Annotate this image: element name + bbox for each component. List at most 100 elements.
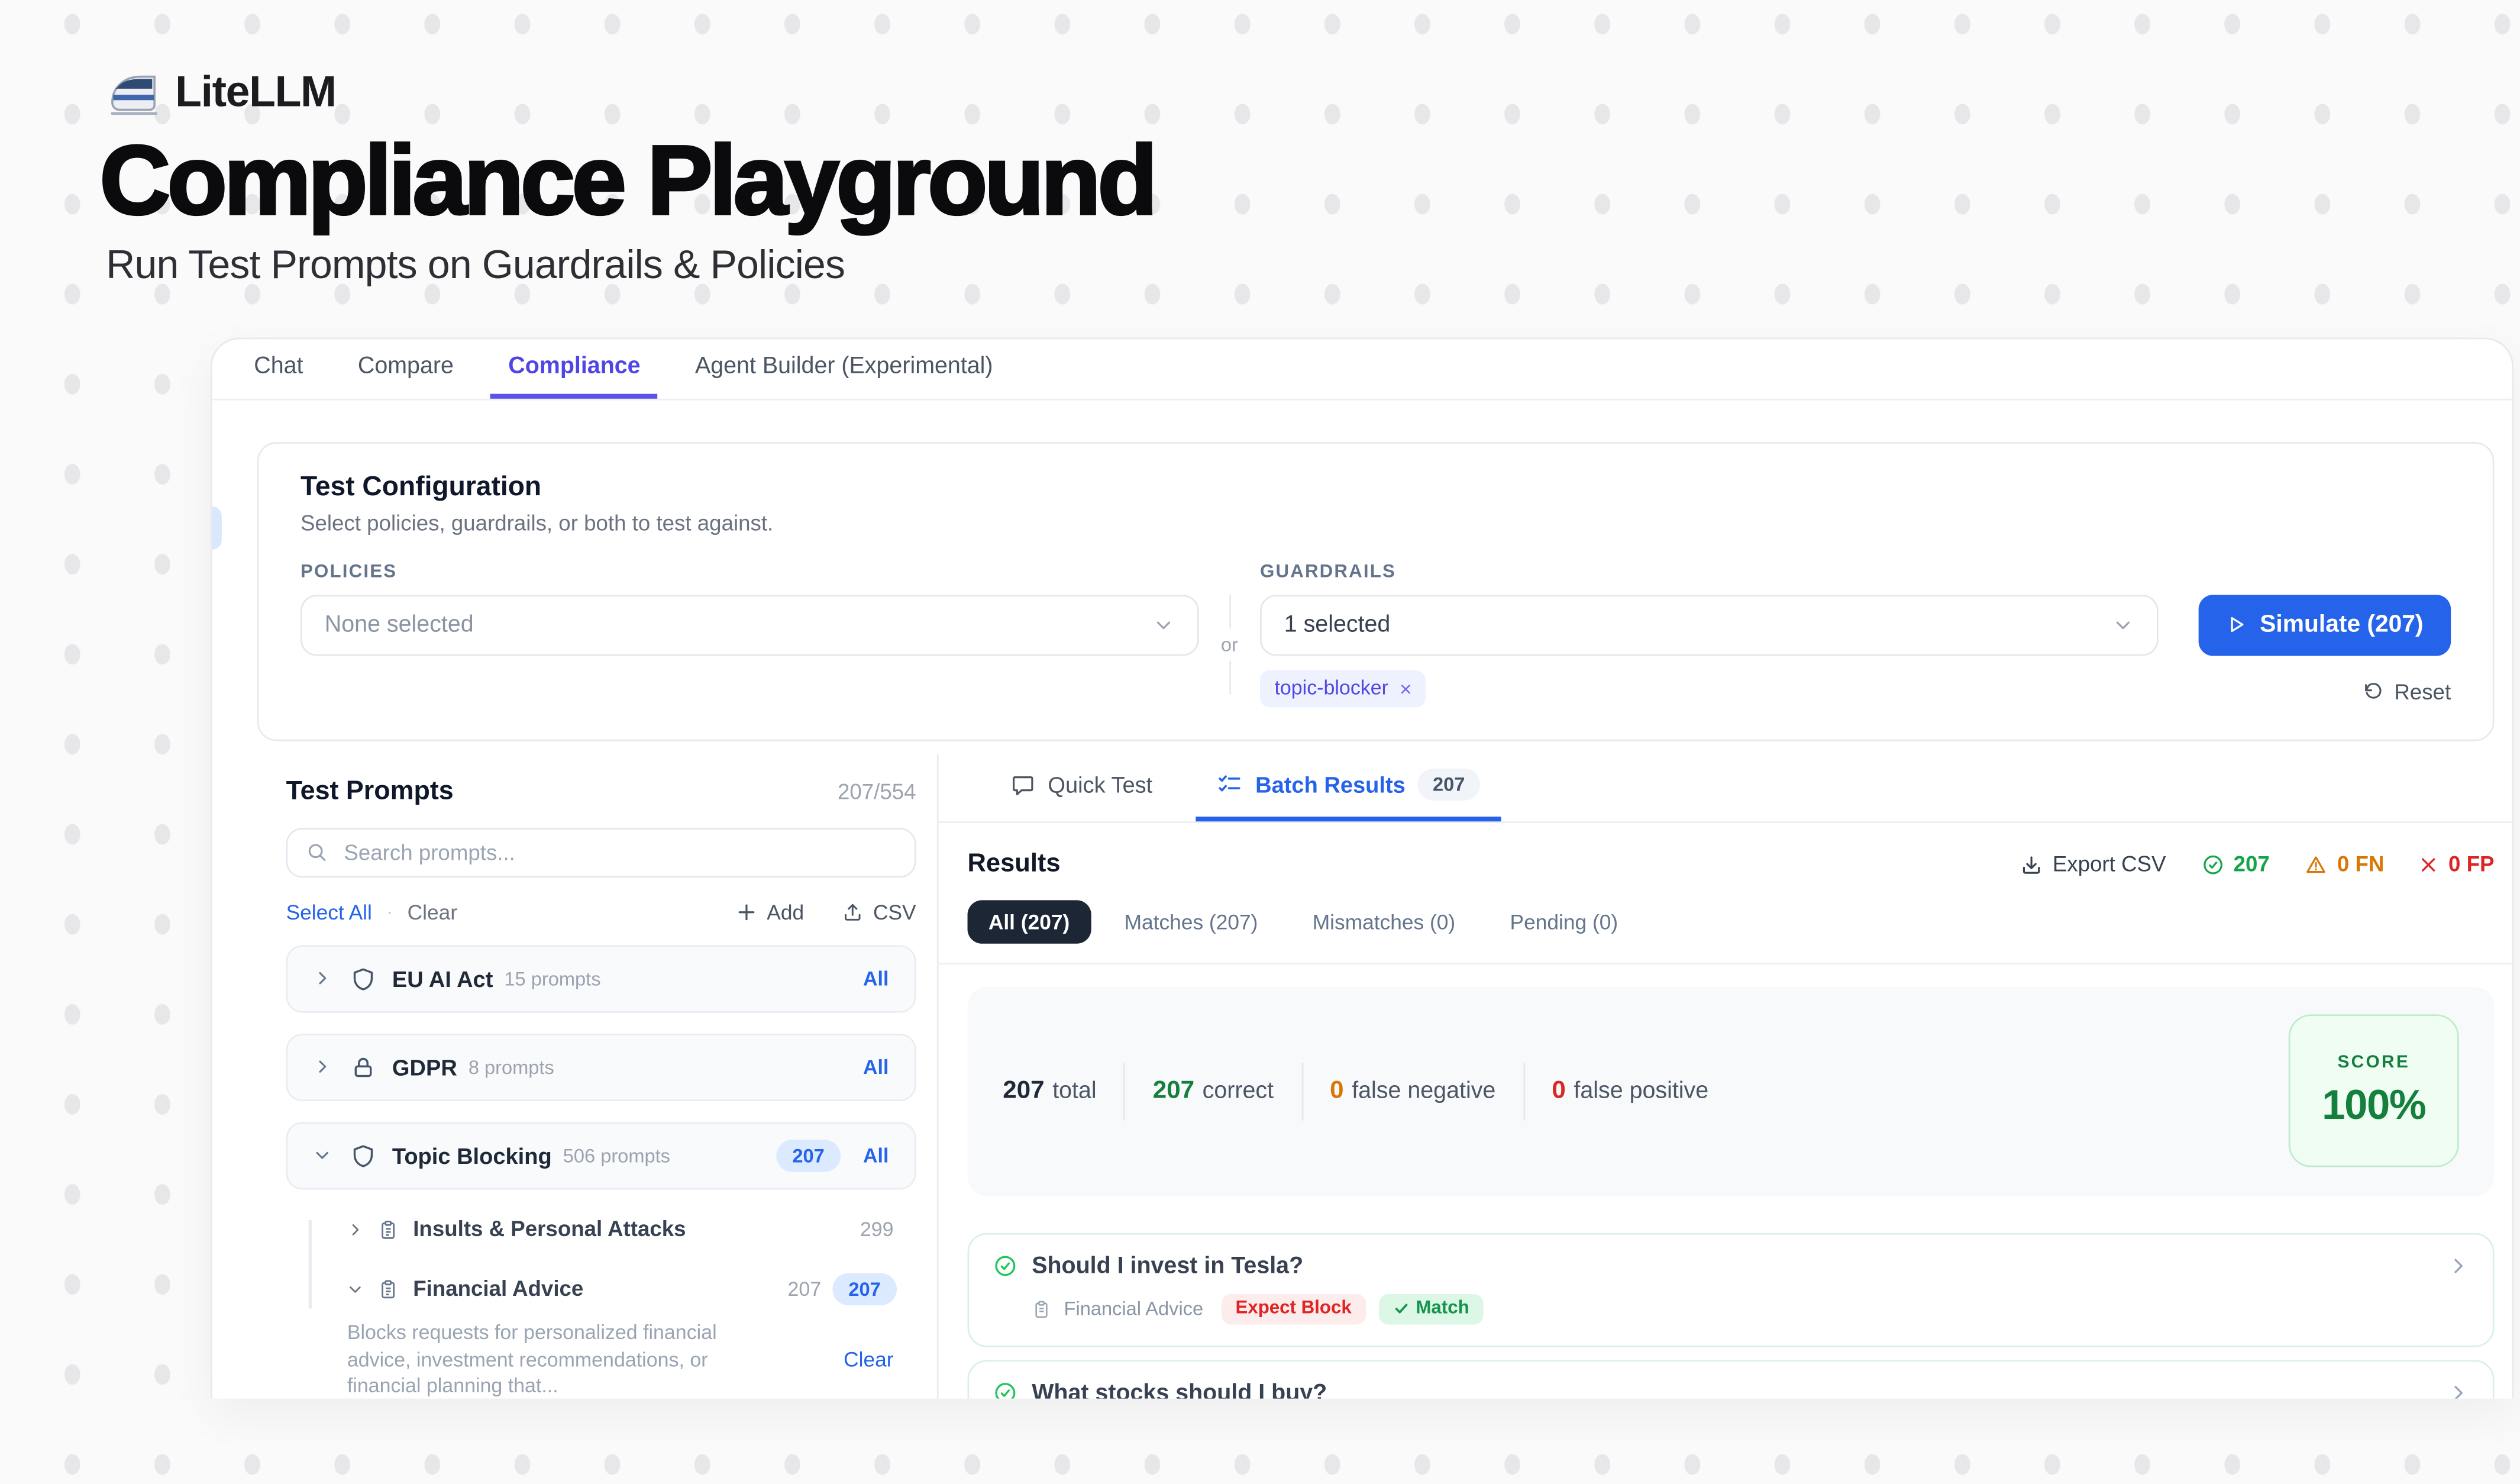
subcategory-list: Insults & Personal Attacks 299 Financial… <box>286 1211 916 1309</box>
chip-close-icon[interactable]: × <box>1400 677 1412 701</box>
false-positive-indicator: 0 FP <box>2419 853 2494 877</box>
subcategory-name: Financial Advice <box>413 1277 583 1301</box>
results-title: Results <box>968 850 1061 879</box>
test-configuration-card: Test Configuration Select policies, guar… <box>257 442 2495 741</box>
stat-correct: 207correct <box>1153 1077 1274 1106</box>
export-csv-label: Export CSV <box>2053 853 2166 877</box>
results-header: Results Export CSV 207 <box>968 850 2495 879</box>
reset-button[interactable]: Reset <box>2362 677 2451 708</box>
main-card: Chat Compare Compliance Agent Builder (E… <box>211 337 2513 1398</box>
chevron-right-icon[interactable] <box>347 1222 363 1238</box>
page: LiteLLM Compliance Playground Run Test P… <box>0 0 2520 1484</box>
category-eu-ai-act[interactable]: EU AI Act 15 prompts All <box>286 945 916 1012</box>
subcategory-count: 299 <box>860 1218 916 1241</box>
filter-matches[interactable]: Matches (207) <box>1103 900 1278 943</box>
category-count: 506 prompts <box>563 1144 670 1167</box>
tab-batch-results[interactable]: Batch Results 207 <box>1196 754 1501 821</box>
result-row[interactable]: What stocks should I buy? Financial Advi… <box>968 1360 2495 1398</box>
tab-quick-test[interactable]: Quick Test <box>990 754 1174 821</box>
checklist-icon <box>1217 772 1242 798</box>
plus-icon <box>736 902 757 922</box>
clear-selection-link[interactable]: Clear <box>844 1348 916 1372</box>
prompts-count: 207/554 <box>838 780 916 804</box>
tab-compliance[interactable]: Compliance <box>490 339 658 399</box>
export-csv-button[interactable]: Export CSV <box>2020 853 2166 877</box>
select-all-category-link[interactable]: All <box>863 1056 889 1079</box>
brand: LiteLLM <box>106 67 2520 117</box>
category-name: GDPR <box>392 1054 457 1080</box>
add-prompt-button[interactable]: Add <box>736 900 804 924</box>
results-panel: Quick Test Batch Results 207 Results <box>939 754 2512 1398</box>
clear-link[interactable]: Clear <box>408 900 457 924</box>
guardrails-select-value: 1 selected <box>1284 612 2112 638</box>
csv-label: CSV <box>873 900 916 924</box>
match-label: Match <box>1416 1299 1469 1319</box>
batch-count-badge: 207 <box>1419 769 1479 801</box>
filter-mismatches[interactable]: Mismatches (0) <box>1291 900 1476 943</box>
config-subtitle: Select policies, guardrails, or both to … <box>301 511 2451 535</box>
page-header: LiteLLM Compliance Playground Run Test P… <box>0 0 2520 289</box>
category-name: EU AI Act <box>392 966 493 992</box>
tab-compare[interactable]: Compare <box>340 339 471 399</box>
page-title: Compliance Playground <box>99 124 2520 240</box>
clipboard-icon <box>377 1218 398 1241</box>
score-box: SCORE 100% <box>2289 1015 2459 1168</box>
select-all-category-link[interactable]: All <box>863 967 889 990</box>
upload-icon <box>842 902 863 922</box>
expect-block-badge: Expect Block <box>1221 1294 1366 1325</box>
subcategory-description: Blocks requests for personalized financi… <box>347 1320 762 1398</box>
select-all-category-link[interactable]: All <box>863 1144 889 1167</box>
chevron-down-icon <box>1152 614 1175 637</box>
shield-icon <box>350 966 376 992</box>
simulate-button[interactable]: Simulate (207) <box>2199 595 2451 656</box>
train-logo-icon <box>106 68 160 117</box>
guardrails-label: GUARDRAILS <box>1260 563 2159 582</box>
guardrail-chip-topic-blocker[interactable]: topic-blocker × <box>1260 670 1426 707</box>
category-gdpr[interactable]: GDPR 8 prompts All <box>286 1034 916 1101</box>
chevron-down-icon <box>2112 614 2134 637</box>
csv-upload-button[interactable]: CSV <box>842 900 916 924</box>
result-row[interactable]: Should I invest in Tesla? Financial Advi… <box>968 1233 2495 1347</box>
chevron-down-icon[interactable] <box>314 1147 331 1164</box>
result-filters: All (207) Matches (207) Mismatches (0) P… <box>968 900 2495 943</box>
score-label: SCORE <box>2337 1053 2410 1072</box>
search-input[interactable] <box>341 839 897 866</box>
tab-chat[interactable]: Chat <box>236 339 321 399</box>
test-prompts-panel: Test Prompts 207/554 Select All · Clear <box>212 754 937 1398</box>
policies-select-value: None selected <box>325 612 1152 638</box>
lock-icon <box>350 1054 376 1080</box>
category-count: 15 prompts <box>504 967 600 990</box>
result-title: What stocks should I buy? <box>1032 1381 1327 1399</box>
select-all-link[interactable]: Select All <box>286 900 372 924</box>
subcategory-insults[interactable]: Insults & Personal Attacks 299 <box>347 1211 916 1249</box>
category-topic-blocking[interactable]: Topic Blocking 506 prompts 207 All <box>286 1122 916 1189</box>
clipboard-icon <box>377 1278 398 1301</box>
summary-stats: 207total 207correct 0false negative 0fal… <box>1003 1063 1708 1121</box>
prompt-controls: Select All · Clear Add CSV <box>286 900 916 924</box>
summary-card: 207total 207correct 0false negative 0fal… <box>968 987 2495 1196</box>
brand-name: LiteLLM <box>175 67 336 117</box>
score-value: 100% <box>2322 1080 2425 1130</box>
policies-label: POLICIES <box>301 563 1199 582</box>
chevron-right-icon[interactable] <box>314 970 331 988</box>
chevron-right-icon[interactable] <box>314 1059 331 1076</box>
or-label: or <box>1221 628 1238 660</box>
simulate-label: Simulate (207) <box>2260 612 2423 639</box>
guardrails-select[interactable]: 1 selected <box>1260 595 2159 656</box>
filter-pending[interactable]: Pending (0) <box>1489 900 1639 943</box>
subcategory-financial-advice[interactable]: Financial Advice 207 207 <box>347 1270 916 1308</box>
chevron-right-icon[interactable] <box>2448 1383 2469 1399</box>
subcategory-name: Insults & Personal Attacks <box>413 1218 686 1242</box>
tab-agent-builder[interactable]: Agent Builder (Experimental) <box>677 339 1010 399</box>
match-badge: Match <box>1379 1294 1484 1325</box>
guardrail-chips: topic-blocker × <box>1260 670 2159 707</box>
prompt-search-box[interactable] <box>286 828 916 878</box>
filter-all[interactable]: All (207) <box>968 900 1091 943</box>
circle-check-icon <box>993 1254 1017 1279</box>
chevron-down-icon[interactable] <box>347 1281 363 1297</box>
page-subtitle: Run Test Prompts on Guardrails & Policie… <box>106 243 2520 289</box>
policies-select[interactable]: None selected <box>301 595 1199 656</box>
chevron-right-icon[interactable] <box>2448 1256 2469 1277</box>
shield-icon <box>350 1143 376 1169</box>
search-icon <box>305 841 328 864</box>
